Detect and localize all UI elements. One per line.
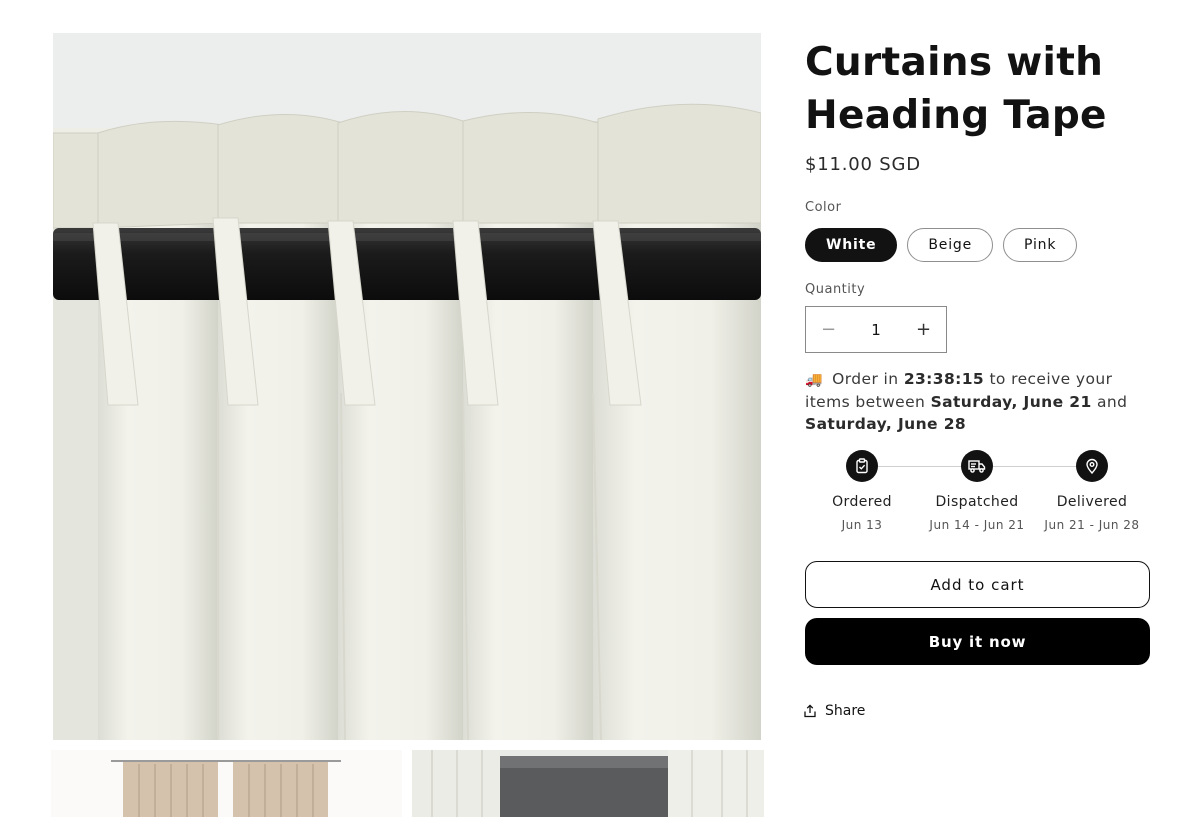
thumbnail-beige-curtains[interactable] — [51, 750, 402, 817]
delivery-start-date: Saturday, June 21 — [930, 393, 1092, 411]
timeline-delivered-date: Jun 21 - Jun 28 — [1044, 518, 1140, 532]
timeline-dispatched-date: Jun 14 - Jun 21 — [929, 518, 1025, 532]
map-pin-icon — [1076, 450, 1108, 482]
quantity-stepper: − + — [805, 306, 947, 353]
main-product-image[interactable] — [53, 33, 761, 740]
add-to-cart-button[interactable]: Add to cart — [805, 561, 1150, 608]
timeline-connector — [993, 466, 1076, 467]
product-title: Curtains with Heading Tape — [805, 40, 1107, 138]
timeline-ordered-label: Ordered — [832, 494, 892, 510]
quantity-input[interactable] — [851, 320, 901, 339]
timeline-delivered-label: Delivered — [1056, 494, 1128, 510]
delivery-countdown: 23:38:15 — [903, 370, 985, 388]
color-option-beige[interactable]: Beige — [907, 228, 994, 262]
buy-it-now-button[interactable]: Buy it now — [805, 618, 1150, 665]
timeline-dispatched-label: Dispatched — [935, 494, 1019, 510]
delivery-truck-icon: 🚚 — [805, 372, 823, 388]
delivery-prefix: Order in — [832, 370, 899, 388]
share-label: Share — [825, 703, 866, 719]
thumbnail-room-curtains[interactable] — [412, 750, 764, 817]
color-options: White Beige Pink — [805, 228, 1078, 262]
share-button[interactable]: Share — [803, 703, 865, 719]
beige-curtain-photo — [111, 760, 341, 817]
color-option-white[interactable]: White — [805, 228, 898, 262]
timeline-connector — [878, 466, 961, 467]
delivery-estimate: 🚚 Order in 23:38:15 to receive your item… — [805, 368, 1135, 435]
clipboard-check-icon — [846, 450, 878, 482]
timeline-ordered-date: Jun 13 — [841, 518, 883, 532]
quantity-increase-button[interactable]: + — [901, 307, 946, 352]
delivery-end-date: Saturday, June 28 — [805, 415, 967, 433]
quantity-label: Quantity — [805, 282, 866, 297]
room-curtain-photo — [412, 750, 764, 817]
quantity-decrease-button[interactable]: − — [806, 307, 851, 352]
curtain-photo — [53, 33, 761, 740]
color-option-pink[interactable]: Pink — [1003, 228, 1078, 262]
delivery-conjunction: and — [1097, 393, 1128, 411]
product-price: $11.00 SGD — [805, 154, 921, 175]
share-icon — [804, 704, 816, 718]
truck-icon — [961, 450, 993, 482]
color-label: Color — [805, 200, 842, 215]
